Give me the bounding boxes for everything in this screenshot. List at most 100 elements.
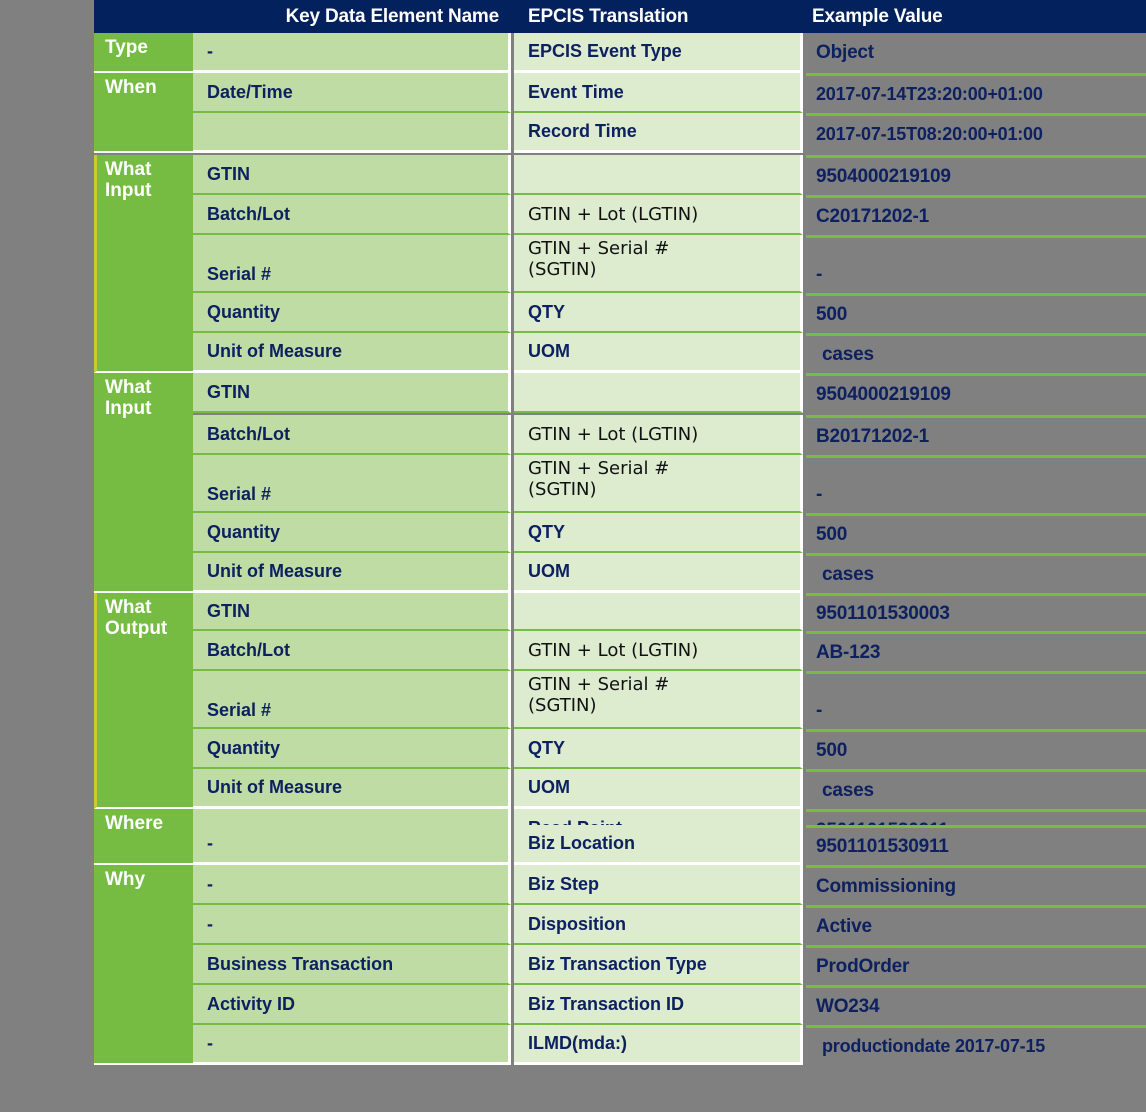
row-group-label: Input [105, 398, 152, 420]
row-group-label: Type [105, 37, 148, 58]
table-row: Business Transaction Biz Transaction Type… [193, 945, 1146, 985]
cell-epcis-translation: UOM [514, 553, 803, 593]
table-row: Quantity QTY 500 [193, 293, 1146, 333]
cell-epcis-translation-line: GTIN + Serial # [528, 674, 670, 695]
table-row: GTIN 9501101530003 [193, 593, 1146, 631]
column-header-key-data-element-name: Key Data Element Name [285, 5, 500, 27]
cell-key-data-element-name: Date/Time [193, 73, 511, 113]
cell-epcis-translation: GTIN + Serial # (SGTIN) [514, 455, 803, 513]
cell-epcis-translation: UOM [514, 333, 803, 373]
cell-example-value: Object [806, 33, 1146, 73]
cell-key-data-element-name: - [193, 865, 511, 905]
cell-example-value: cases [806, 769, 1146, 809]
table-row: Record Time 2017-07-15T08:20:00+01:00 [193, 113, 1146, 153]
table-row: Serial # GTIN + Serial # (SGTIN) - [193, 455, 1146, 513]
row-group-when: When [94, 73, 193, 153]
table-row: Date/Time Event Time 2017-07-14T23:20:00+0… [193, 73, 1146, 113]
row-group-where: Where [94, 809, 193, 865]
row-group-label: What [105, 159, 152, 180]
cell-example-value: 500 [806, 293, 1146, 333]
table-row: Quantity QTY 500 [193, 729, 1146, 769]
cell-key-data-element-name: Unit of Measure [193, 553, 511, 593]
table-row: Quantity QTY 500 [193, 513, 1146, 553]
cell-key-data-element-name: Unit of Measure [193, 333, 511, 373]
cell-example-value: 9504000219109 [806, 155, 1146, 195]
cell-key-data-element-name: - [193, 905, 511, 945]
cell-epcis-translation: Biz Step [514, 865, 803, 905]
cell-key-data-element-name: Quantity [193, 729, 511, 769]
cell-example-value: 500 [806, 513, 1146, 553]
cell-key-data-element-name: GTIN [193, 373, 511, 413]
cell-epcis-translation-line: (SGTIN) [528, 479, 597, 501]
row-group-type: Type [94, 33, 193, 73]
cell-epcis-translation [514, 155, 803, 195]
cell-key-data-element-name: Serial # [193, 671, 511, 729]
cell-key-data-element-name: - [193, 33, 511, 73]
cell-example-value: B20171202-1 [806, 415, 1146, 455]
column-header-epcis-translation: EPCIS Translation [528, 5, 689, 27]
table-row: - EPCIS Event Type Object [193, 33, 1146, 73]
cell-key-data-element-name: Unit of Measure [193, 769, 511, 809]
cell-epcis-translation: GTIN + Lot (LGTIN) [514, 631, 803, 671]
cell-example-value: Commissioning [806, 865, 1146, 905]
table-row: GTIN 9504000219109 [193, 373, 1146, 413]
cell-key-data-element-name: Business Transaction [193, 945, 511, 985]
cell-example-value: 2017-07-15T08:20:00+01:00 [806, 113, 1146, 153]
table-row: Batch/Lot GTIN + Lot (LGTIN) AB-123 [193, 631, 1146, 671]
row-group-label: Where [105, 813, 164, 834]
cell-epcis-translation-line: (SGTIN) [528, 695, 597, 717]
row-group-what-output: What Output [94, 593, 193, 809]
table-row: - ILMD(mda:) productiondate 2017-07-15 [193, 1025, 1146, 1065]
cell-example-value: ProdOrder [806, 945, 1146, 985]
cell-key-data-element-name: Batch/Lot [193, 195, 511, 235]
table-row: Activity ID Biz Transaction ID WO234 [193, 985, 1146, 1025]
cell-epcis-translation: Biz Location [514, 825, 803, 865]
cell-key-data-element-name: GTIN [193, 155, 511, 195]
table-row: Serial # GTIN + Serial # (SGTIN) - [193, 235, 1146, 293]
cell-epcis-translation: GTIN + Serial # (SGTIN) [514, 671, 803, 729]
cell-key-data-element-name [193, 113, 511, 153]
table-row: Serial # GTIN + Serial # (SGTIN) - [193, 671, 1146, 729]
row-group-label: Output [105, 618, 168, 640]
cell-epcis-translation [514, 593, 803, 631]
cell-epcis-translation-line: GTIN + Serial # [528, 458, 670, 479]
table-header-row: Key Data Element Name EPCIS Translation … [94, 0, 1146, 33]
cell-epcis-translation-line: (SGTIN) [528, 259, 597, 281]
cell-example-value: cases [806, 333, 1146, 373]
cell-epcis-translation: ILMD(mda:) [514, 1025, 803, 1065]
cell-example-value: cases [806, 553, 1146, 593]
table-row: Unit of Measure UOM cases [193, 769, 1146, 809]
cell-example-value: - [806, 671, 1146, 729]
cell-epcis-translation: Biz Transaction Type [514, 945, 803, 985]
row-group-label: When [105, 77, 157, 98]
table-row: Batch/Lot GTIN + Lot (LGTIN) C20171202-1 [193, 195, 1146, 235]
table-row: - Biz Step Commissioning [193, 865, 1146, 905]
cell-example-value: 500 [806, 729, 1146, 769]
cell-example-value: Active [806, 905, 1146, 945]
cell-epcis-translation: Record Time [514, 113, 803, 153]
table-row: GTIN 9504000219109 [193, 155, 1146, 195]
cell-example-value: 2017-07-14T23:20:00+01:00 [806, 73, 1146, 113]
cell-example-value: 9501101530003 [806, 593, 1146, 631]
cell-epcis-translation: UOM [514, 769, 803, 809]
cell-key-data-element-name: Activity ID [193, 985, 511, 1025]
cell-example-value: AB-123 [806, 631, 1146, 671]
cell-example-value: - [806, 235, 1146, 293]
row-group-what-input: What Input [94, 155, 193, 373]
table-row: - Biz Location 9501101530911 [193, 825, 1146, 865]
cell-example-value: - [806, 455, 1146, 513]
cell-epcis-translation: GTIN + Lot (LGTIN) [514, 195, 803, 235]
cell-example-value: 9501101530911 [806, 825, 1146, 865]
cell-epcis-translation: QTY [514, 729, 803, 769]
cell-epcis-translation: GTIN + Serial # (SGTIN) [514, 235, 803, 293]
cell-epcis-translation: QTY [514, 513, 803, 553]
row-group-label: Input [105, 180, 152, 202]
cell-epcis-translation: Disposition [514, 905, 803, 945]
row-group-what-input: What Input [94, 373, 193, 593]
cell-key-data-element-name: Batch/Lot [193, 631, 511, 671]
cell-example-value: 9504000219109 [806, 373, 1146, 413]
table-row: Batch/Lot GTIN + Lot (LGTIN) B20171202-1 [193, 415, 1146, 455]
row-group-label: Why [105, 869, 146, 890]
cell-example-value: C20171202-1 [806, 195, 1146, 235]
cell-key-data-element-name: - [193, 1025, 511, 1065]
